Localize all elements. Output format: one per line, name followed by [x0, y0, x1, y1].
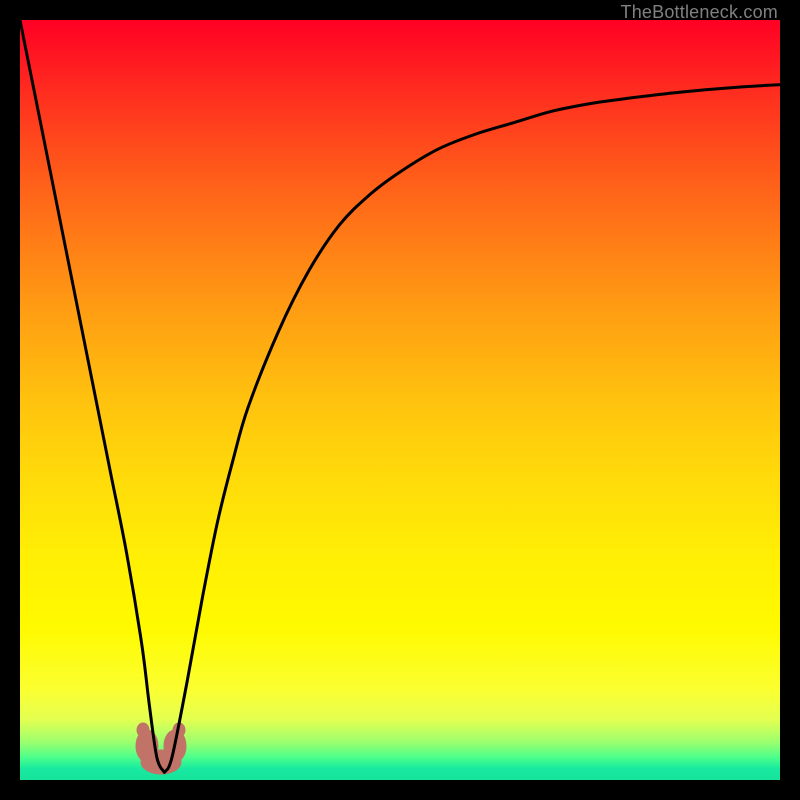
- plot-area: [20, 20, 780, 780]
- chart-frame: TheBottleneck.com: [0, 0, 800, 800]
- curve-layer: [20, 20, 780, 780]
- bottleneck-curve: [20, 20, 780, 772]
- footprint-nub-left: [137, 723, 149, 737]
